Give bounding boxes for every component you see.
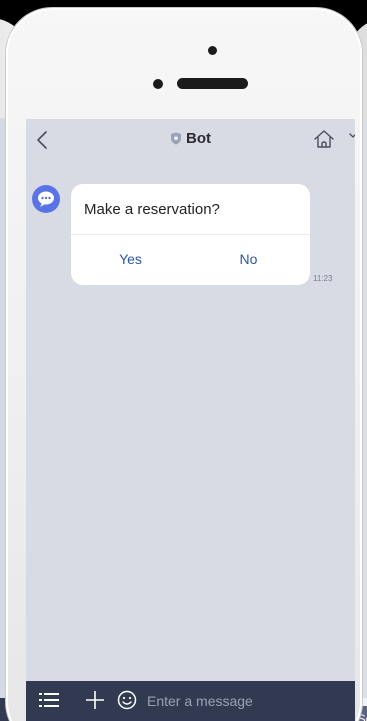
message-input[interactable] bbox=[147, 689, 317, 713]
bot-avatar bbox=[32, 185, 60, 213]
no-button[interactable]: No bbox=[189, 234, 308, 285]
message-composer bbox=[26, 681, 355, 721]
emoji-icon[interactable] bbox=[117, 690, 137, 710]
plus-icon[interactable] bbox=[85, 690, 105, 710]
earpiece-speaker bbox=[177, 78, 248, 89]
yes-button[interactable]: Yes bbox=[71, 234, 190, 285]
chat-title-label: Bot bbox=[186, 130, 211, 147]
chat-header: Bot bbox=[26, 119, 355, 160]
front-camera bbox=[208, 46, 217, 55]
shield-icon bbox=[171, 132, 181, 145]
proximity-sensor bbox=[153, 79, 163, 89]
device-mockup-stage: e Se Bot bbox=[0, 0, 367, 721]
menu-icon[interactable] bbox=[39, 692, 59, 708]
chat-title: Bot bbox=[26, 130, 355, 147]
home-icon[interactable] bbox=[313, 128, 335, 150]
chevron-down-icon[interactable] bbox=[349, 131, 355, 141]
message-bubble: Make a reservation? Yes No bbox=[71, 184, 310, 285]
chat-screen: Bot Make a reservation? Yes No 11:23 Ent… bbox=[26, 119, 355, 721]
message-timestamp: 11:23 bbox=[313, 274, 333, 283]
message-text: Make a reservation? bbox=[84, 201, 220, 218]
chat-bubble-icon bbox=[38, 191, 54, 207]
